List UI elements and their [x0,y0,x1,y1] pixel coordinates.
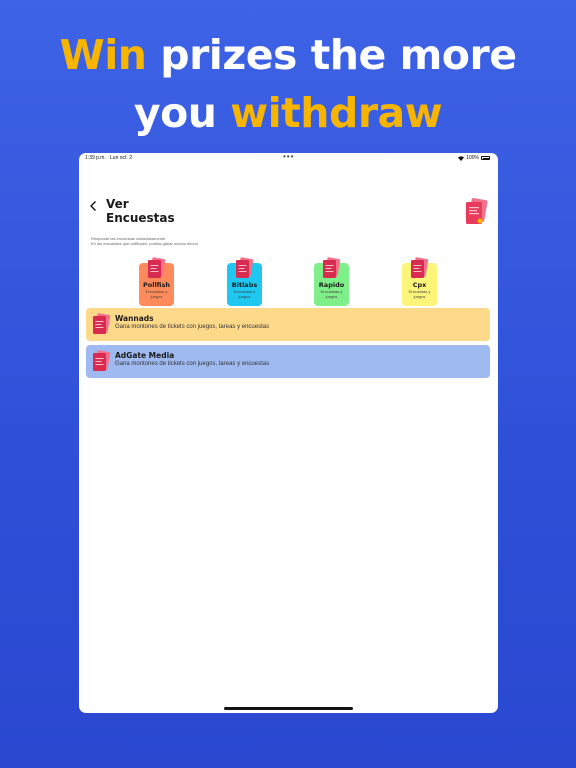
headline-line-2: you withdraw [0,84,576,142]
provider-subtitle: Encuestas y juegos [145,289,168,299]
survey-document-icon [91,313,111,337]
provider-subtitle: Encuestas y juegos [320,289,343,299]
provider-name: Bitlabs [231,281,258,289]
marketing-headline: Win prizes the more you withdraw [0,26,576,142]
instructions-text: Responde las encuestas cuidadosamente En… [91,236,291,246]
page-title-line-1: Ver [106,197,129,211]
survey-document-icon [234,257,254,281]
page-title-line-2: Encuestas [106,211,175,225]
card-subtitle: Gana montones de tickets con juegos, tar… [115,361,270,367]
provider-subtitle: Encuestas y juegos [408,289,431,299]
status-time: 1:39 p.m. Lun oct. 2 [85,155,132,161]
provider-tile-bitlabs[interactable]: Bitlabs Encuestas y juegos [227,257,262,306]
provider-subtitle: Encuestas y juegos [233,289,256,299]
provider-tile-pollfish[interactable]: Pollfish Encuestas y juegos [139,257,174,306]
status-right: 100% [458,155,490,161]
status-bar: 1:39 p.m. Lun oct. 2 ••• 100% [79,153,498,163]
card-title: AdGate Media [115,351,175,360]
device-screen: 1:39 p.m. Lun oct. 2 ••• 100% Ver Encues… [79,153,498,713]
headline-highlight-withdraw: withdraw [230,89,443,137]
survey-document-icon [146,257,166,281]
multitask-dots-icon[interactable]: ••• [283,153,294,161]
headline-text-1: prizes the more [146,31,517,79]
headline-text-2: you [133,89,231,137]
offerwall-card-wannads[interactable]: Wannads Gana montones de tickets con jue… [86,308,490,341]
home-indicator[interactable] [224,707,353,710]
survey-document-icon [464,197,488,227]
page-title: Ver Encuestas [106,197,226,225]
provider-tile-cpx[interactable]: Cpx Encuestas y juegos [402,257,437,306]
headline-line-1: Win prizes the more [0,26,576,84]
provider-name: Pollfish [143,281,170,289]
survey-document-icon [321,257,341,281]
provider-tile-rapido[interactable]: Rapido Encuestas y juegos [314,257,349,306]
survey-document-icon [91,350,111,374]
battery-icon [481,156,490,160]
offerwall-card-adgate-media[interactable]: AdGate Media Gana montones de tickets co… [86,345,490,378]
instructions-line-2: En las encuestas que califiques, podrás … [91,241,199,246]
headline-highlight-win: Win [59,31,147,79]
status-time-text: 1:39 p.m. [85,155,106,161]
survey-document-icon [409,257,429,281]
provider-name: Rapido [318,281,345,289]
battery-percent: 100% [466,155,479,161]
provider-name: Cpx [412,281,427,289]
card-subtitle: Gana montones de tickets con juegos, tar… [115,324,270,330]
card-title: Wannads [115,314,154,323]
wifi-icon [458,156,465,161]
chevron-left-icon[interactable] [89,200,101,214]
status-date-text: Lun oct. 2 [110,155,132,161]
